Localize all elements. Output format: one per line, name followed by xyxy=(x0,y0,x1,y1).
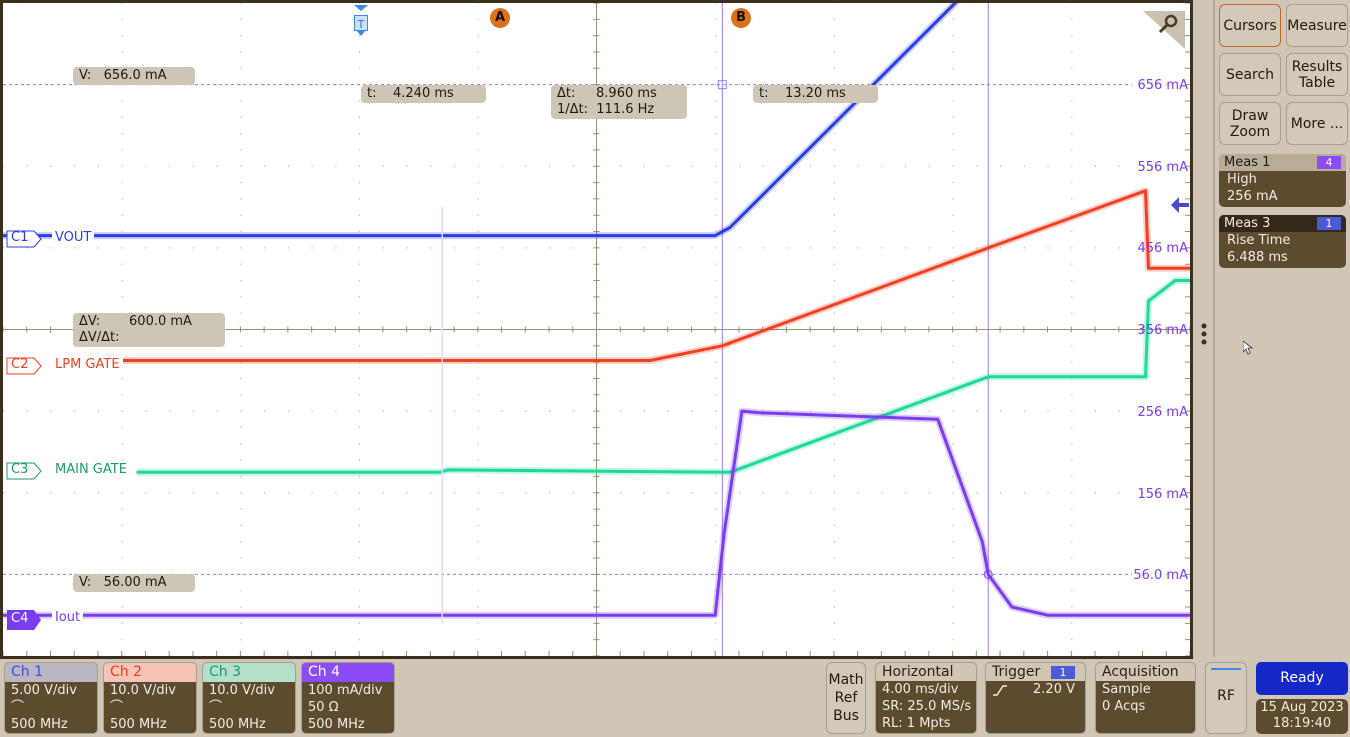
channel-1-id: C1 xyxy=(11,230,29,245)
math-ref-bus-button[interactable]: Math Ref Bus xyxy=(826,662,866,734)
trigger-level: 2.20 V xyxy=(1033,682,1075,697)
channel-2-name: LPM GATE xyxy=(52,357,123,373)
trigger-source: 1 xyxy=(1051,666,1075,679)
meas-3-value: 6.488 ms xyxy=(1227,250,1288,265)
cursor-a-time-readout: t: 4.240 ms xyxy=(361,85,486,103)
meas-1-badge[interactable]: Meas 1 4 High 256 mA xyxy=(1219,154,1346,207)
record-length: RL: 1 Mpts xyxy=(882,716,951,731)
acquisition-mode: Sample xyxy=(1102,682,1151,697)
meas-1-type: High xyxy=(1227,172,1257,187)
bus-label: Bus xyxy=(833,708,859,724)
waveform-display[interactable]: A B T V: 656.0 mA t: 4.240 ms Δt: 8.960 … xyxy=(0,0,1193,659)
channel-4-bandwidth: 500 MHz xyxy=(308,717,365,732)
time: 18:19:40 xyxy=(1272,716,1332,731)
channel-4-badge[interactable]: Ch 4 100 mA/div 50 Ω 500 MHz xyxy=(301,662,395,734)
channel-4-name: Iout xyxy=(52,610,84,626)
zoom-corner-button[interactable] xyxy=(1143,11,1185,49)
trigger-badge[interactable]: Trigger 1 2.20 V xyxy=(985,662,1086,734)
axis-label: 156 mA xyxy=(1137,487,1188,502)
channel-2-badge[interactable]: Ch 2 10.0 V/div ⌒ 500 MHz xyxy=(103,662,197,734)
channel-4-scale: 100 mA/div xyxy=(308,683,383,698)
waveform-glow-2 xyxy=(121,187,1190,364)
probe-icon: ⌒ xyxy=(110,700,124,715)
channel-4-id: C4 xyxy=(11,611,29,626)
probe-icon: ⌒ xyxy=(209,700,223,715)
cursor-b-time-readout: t: 13.20 ms xyxy=(753,85,878,103)
channel-3-scale: 10.0 V/div xyxy=(209,683,275,698)
probe-icon: ⌒ xyxy=(11,700,25,715)
axis-label: 456 mA xyxy=(1137,241,1188,256)
channel-2-scale: 10.0 V/div xyxy=(110,683,176,698)
mouse-cursor-icon xyxy=(1242,340,1254,359)
meas-1-source: 4 xyxy=(1317,156,1341,169)
channel-4-termination: 50 Ω xyxy=(308,700,339,715)
results-table-button[interactable]: Results Table xyxy=(1286,53,1348,96)
meas-3-source: 1 xyxy=(1317,217,1341,230)
channel-3-title: Ch 3 xyxy=(203,663,295,682)
cursor-delta-v-readout: ΔV: 600.0 mA ΔV/Δt: xyxy=(73,313,225,347)
channel-1-name: VOUT xyxy=(52,230,95,246)
left-arrow-icon xyxy=(1171,197,1189,213)
trigger-position-marker[interactable]: T xyxy=(353,5,369,39)
side-panel-divider xyxy=(1213,0,1215,657)
more-button[interactable]: More ... xyxy=(1286,102,1348,145)
channel-3-badge[interactable]: Ch 3 10.0 V/div ⌒ 500 MHz xyxy=(202,662,296,734)
meas-3-type: Rise Time xyxy=(1227,233,1291,248)
measure-button[interactable]: Measure xyxy=(1286,4,1348,47)
axis-label: 256 mA xyxy=(1137,405,1188,420)
channel-3-bandwidth: 500 MHz xyxy=(209,717,266,732)
magnifier-icon xyxy=(1143,11,1185,49)
channel-3-name: MAIN GATE xyxy=(52,462,130,478)
channel-3-id: C3 xyxy=(11,462,29,477)
axis-label: 356 mA xyxy=(1137,323,1188,338)
vertical-dots-icon xyxy=(1201,323,1207,345)
channel-2-id: C2 xyxy=(11,357,29,372)
sample-rate: SR: 25.0 MS/s xyxy=(882,699,972,714)
axis-label: 656 mA xyxy=(1137,78,1188,93)
meas-1-value: 256 mA xyxy=(1227,189,1278,204)
channel-1-scale: 5.00 V/div xyxy=(11,683,77,698)
meas-3-badge[interactable]: Meas 3 1 Rise Time 6.488 ms xyxy=(1219,215,1346,268)
horizontal-scale: 4.00 ms/div xyxy=(882,682,959,697)
rising-edge-icon xyxy=(993,684,1007,696)
channel-2-bandwidth: 500 MHz xyxy=(110,717,167,732)
run-status-badge[interactable]: Ready xyxy=(1256,662,1348,695)
rf-indicator xyxy=(1211,668,1241,670)
acquisition-badge[interactable]: Acquisition Sample 0 Acqs xyxy=(1095,662,1196,734)
meas-3-title: Meas 3 xyxy=(1224,216,1271,231)
panel-resize-handle[interactable] xyxy=(1200,322,1208,346)
datetime-display[interactable]: 15 Aug 2023 18:19:40 xyxy=(1256,699,1348,734)
waveform-c2-lpm-gate xyxy=(121,189,1190,362)
cursor-delta-t-readout: Δt: 8.960 ms 1/Δt: 111.6 Hz xyxy=(551,85,687,119)
date: 15 Aug 2023 xyxy=(1260,700,1344,715)
cursor-v2-readout: V: 56.00 mA xyxy=(73,574,195,592)
channel-1-bandwidth: 500 MHz xyxy=(11,717,68,732)
horizontal-badge[interactable]: Horizontal 4.00 ms/div SR: 25.0 MS/s RL:… xyxy=(875,662,977,734)
acquisition-title: Acquisition xyxy=(1096,663,1195,681)
channel-1-badge[interactable]: Ch 1 5.00 V/div ⌒ 500 MHz xyxy=(4,662,98,734)
trigger-title: Trigger xyxy=(992,664,1041,680)
cursor-v1-readout: V: 656.0 mA xyxy=(73,67,195,85)
channel-2-title: Ch 2 xyxy=(104,663,196,682)
ref-label: Ref xyxy=(834,690,858,706)
cursor-a-badge[interactable]: A xyxy=(490,8,510,28)
oscilloscope-screen: A B T V: 656.0 mA t: 4.240 ms Δt: 8.960 … xyxy=(0,0,1350,737)
search-button[interactable]: Search xyxy=(1219,53,1281,96)
channel-4-title: Ch 4 xyxy=(302,663,394,682)
cursors-button[interactable]: Cursors xyxy=(1219,4,1281,47)
horizontal-title: Horizontal xyxy=(876,663,976,681)
trigger-marker-icon: T xyxy=(354,5,368,36)
rf-button[interactable]: RF xyxy=(1205,662,1247,734)
meas-1-title: Meas 1 xyxy=(1224,155,1271,170)
acquisition-count: 0 Acqs xyxy=(1102,699,1146,714)
math-label: Math xyxy=(828,672,864,688)
waveform-c3-main-gate xyxy=(136,279,1190,474)
axis-label: 556 mA xyxy=(1137,160,1188,175)
axis-label: 56.0 mA xyxy=(1133,568,1188,583)
rf-label: RF xyxy=(1217,688,1235,704)
draw-zoom-button[interactable]: Draw Zoom xyxy=(1219,102,1281,145)
trigger-marker-label: T xyxy=(357,18,365,31)
channel-1-title: Ch 1 xyxy=(5,663,97,682)
cursor-b-badge[interactable]: B xyxy=(731,8,751,28)
